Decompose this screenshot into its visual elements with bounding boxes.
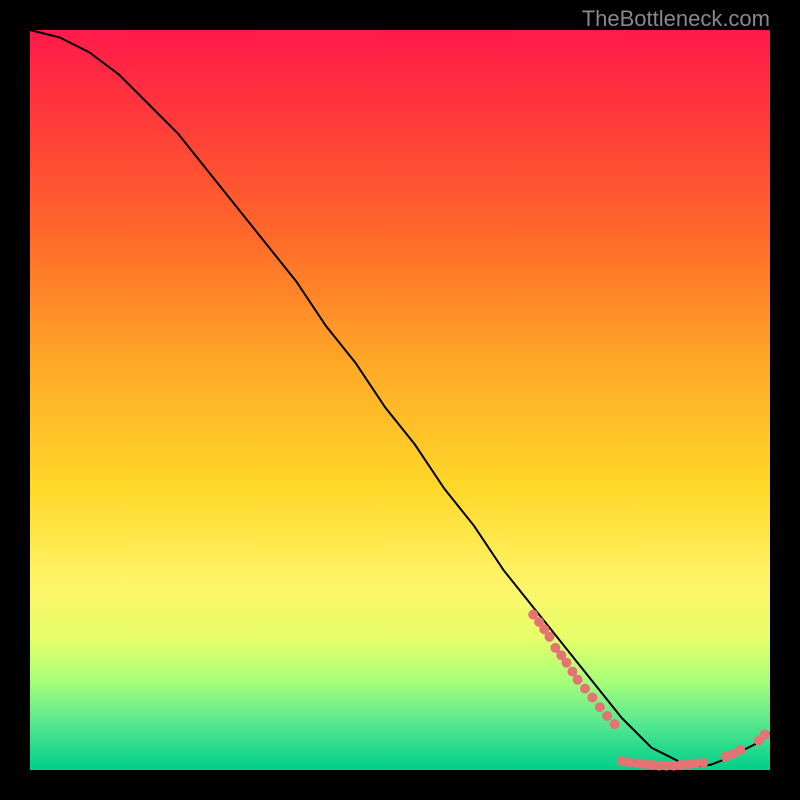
sample-point	[562, 658, 572, 668]
chart-svg	[30, 30, 770, 770]
sample-point	[573, 675, 583, 685]
sample-point	[610, 719, 620, 729]
chart-area	[30, 30, 770, 770]
sample-point	[735, 745, 745, 755]
sample-point	[760, 730, 770, 740]
sample-point	[580, 684, 590, 694]
sample-point	[698, 758, 708, 768]
sample-point	[545, 632, 555, 642]
sample-point	[595, 702, 605, 712]
bottleneck-curve	[30, 30, 770, 766]
watermark-text: TheBottleneck.com	[582, 6, 770, 32]
sample-point	[602, 711, 612, 721]
sample-point	[587, 693, 597, 703]
